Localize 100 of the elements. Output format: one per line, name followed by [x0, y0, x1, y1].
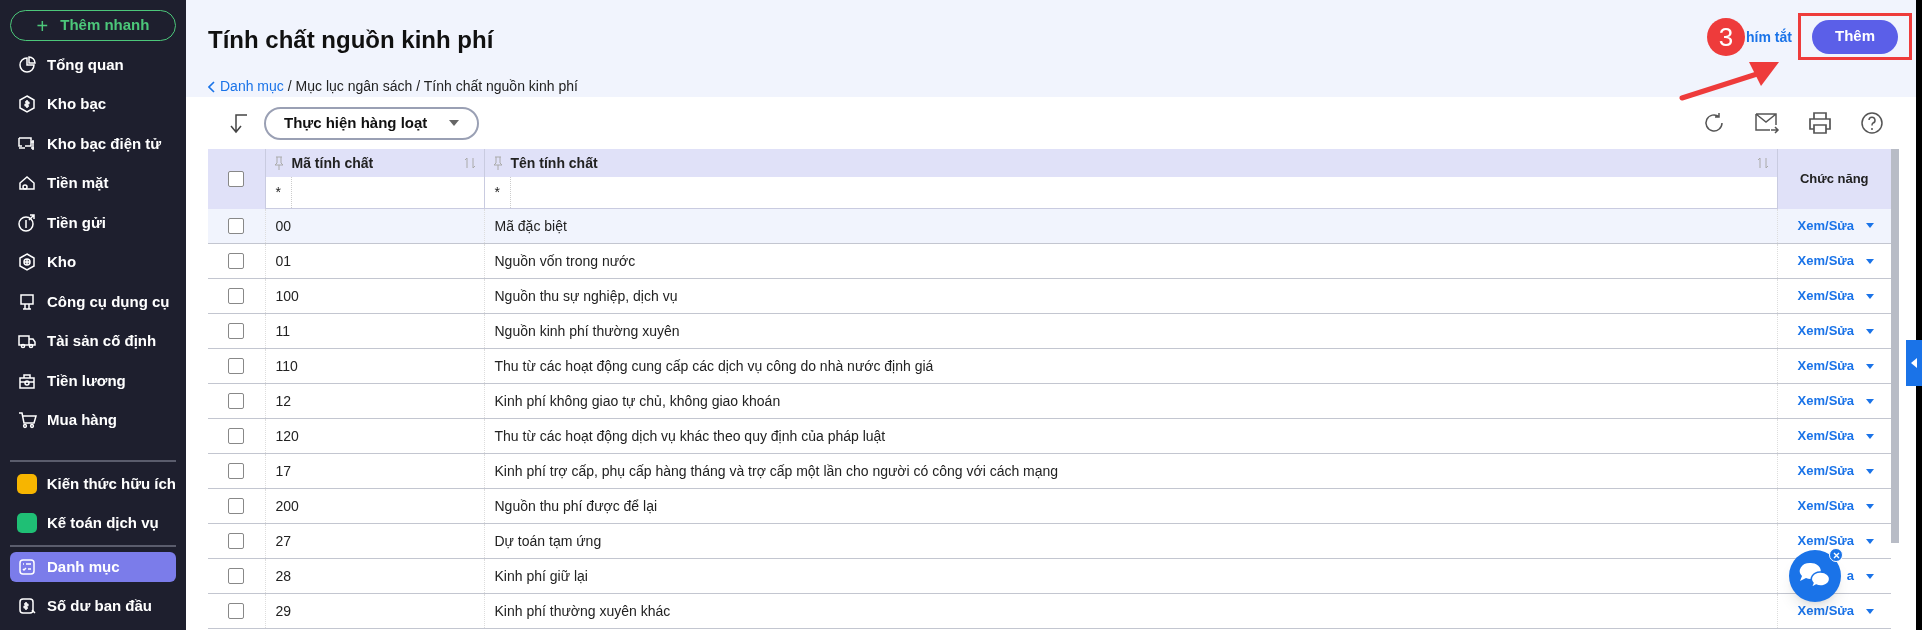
sidebar-item[interactable]: Tiền gửi: [10, 207, 176, 238]
table-row[interactable]: 01 Nguồn vốn trong nước Xem/Sửa: [208, 243, 1891, 279]
column-header: Chức năng: [1777, 149, 1891, 209]
checkbox[interactable]: [228, 288, 245, 304]
caret-down-icon[interactable]: [1866, 398, 1874, 404]
checkbox[interactable]: [228, 253, 245, 269]
table-row[interactable]: 11 Nguồn kinh phí thường xuyên Xem/Sửa: [208, 313, 1891, 349]
filter-operator[interactable]: *: [494, 177, 511, 208]
sidebar-item[interactable]: Kho: [10, 247, 176, 278]
table-cell: 100: [275, 287, 299, 304]
view-edit-link[interactable]: Xem/Sửa: [1797, 321, 1854, 341]
sidebar-item[interactable]: Tổng quan: [10, 49, 176, 80]
table-cell: Kinh phí không giao tự chủ, không giao khoán: [494, 392, 781, 409]
caret-down-icon[interactable]: [1866, 538, 1874, 544]
view-edit-link[interactable]: Xem/Sửa: [1797, 216, 1854, 236]
table-row[interactable]: 29 Kinh phí thường xuyên khác Xem/Sửa: [208, 593, 1891, 629]
table-cell: 12: [275, 392, 292, 409]
caret-down-icon[interactable]: [1866, 258, 1874, 264]
table-cell: Nguồn thu phí được để lại: [494, 497, 658, 514]
view-edit-link[interactable]: Xem/Sửa: [1797, 356, 1854, 376]
batch-action-dropdown[interactable]: Thực hiện hàng loạt: [264, 106, 480, 140]
checkbox[interactable]: [228, 393, 245, 409]
column-header[interactable]: Tên tính chất: [510, 152, 1749, 174]
breadcrumb-link[interactable]: Danh mục: [220, 76, 284, 97]
checkbox[interactable]: [228, 170, 245, 187]
scrollbar[interactable]: [1891, 149, 1899, 543]
caret-down-icon[interactable]: [1866, 293, 1874, 299]
table-cell: 29: [275, 602, 292, 619]
table-cell: 00: [275, 217, 292, 234]
view-edit-link[interactable]: Xem/Sửa: [1797, 601, 1854, 621]
filter-operator[interactable]: *: [275, 177, 292, 208]
sidebar-item[interactable]: Kho bạc điện tử: [10, 128, 176, 159]
caret-down-icon[interactable]: [1866, 328, 1874, 334]
return-arrow-icon[interactable]: [228, 112, 248, 134]
sidebar-item[interactable]: Số dư ban đầu: [10, 591, 176, 622]
checkbox[interactable]: [228, 533, 245, 549]
sidebar-item[interactable]: Danh mục: [10, 551, 176, 582]
sidebar-item[interactable]: Công cụ dụng cụ: [10, 286, 176, 317]
sidebar-item[interactable]: Mua hàng: [10, 405, 176, 436]
table-row[interactable]: 28 Kinh phí giữ lại a: [208, 558, 1891, 594]
chevron-left-icon[interactable]: [208, 80, 216, 93]
caret-down-icon[interactable]: [1866, 573, 1874, 579]
view-edit-link[interactable]: Xem/Sửa: [1797, 251, 1854, 271]
table-cell: Nguồn thu sự nghiệp, dịch vụ: [494, 287, 678, 304]
caret-left-icon: [1911, 358, 1917, 368]
view-edit-link[interactable]: Xem/Sửa: [1797, 391, 1854, 411]
table-cell: Dự toán tạm ứng: [494, 532, 602, 549]
table-cell: Thu từ các hoạt động cung cấp các dịch vụ công do nhà nước định giá: [494, 357, 934, 374]
page-title: Tính chất nguồn kinh phí: [208, 25, 494, 55]
caret-down-icon[interactable]: [1866, 468, 1874, 474]
refresh-icon[interactable]: [1702, 111, 1726, 135]
view-edit-link[interactable]: Xem/Sửa: [1797, 496, 1854, 516]
table-row[interactable]: 120 Thu từ các hoạt động dịch vụ khác theo quy định của pháp luật Xem/Sửa: [208, 418, 1891, 454]
breadcrumb-path: / Mục lục ngân sách / Tính chất nguồn kinh phí: [287, 77, 578, 96]
table-cell: 120: [275, 427, 299, 444]
table-cell: Nguồn vốn trong nước: [494, 252, 636, 269]
email-forward-icon[interactable]: [1754, 111, 1780, 135]
caret-down-icon[interactable]: [1866, 223, 1874, 229]
warehouse-icon: [17, 252, 37, 273]
sidebar-item[interactable]: Kho bạc: [10, 89, 176, 120]
sidebar-item[interactable]: Kiến thức hữu ích: [10, 468, 176, 499]
help-icon[interactable]: [1860, 111, 1884, 135]
cart-icon: [17, 410, 37, 431]
tool-icon: [17, 291, 37, 312]
view-edit-link[interactable]: Xem/Sửa: [1797, 531, 1854, 551]
table-row[interactable]: 17 Kinh phí trợ cấp, phụ cấp hàng tháng và trợ cấp một lần cho người có công với cách mạng Xem/Sửa: [208, 453, 1891, 489]
caret-down-icon[interactable]: [1866, 608, 1874, 614]
caret-down-icon[interactable]: [1866, 433, 1874, 439]
table-cell: 11: [275, 322, 291, 339]
table-cell: 200: [275, 497, 299, 514]
table-row[interactable]: 200 Nguồn thu phí được để lại Xem/Sửa: [208, 488, 1891, 524]
view-edit-link[interactable]: Xem/Sửa: [1797, 426, 1854, 446]
view-edit-link[interactable]: Xem/Sửa: [1797, 461, 1854, 481]
table-row[interactable]: 12 Kinh phí không giao tự chủ, không giao khoán Xem/Sửa: [208, 383, 1891, 419]
checkbox[interactable]: [228, 463, 245, 479]
checkbox[interactable]: [228, 603, 245, 619]
checkbox[interactable]: [228, 217, 245, 234]
checkbox[interactable]: [228, 323, 245, 339]
caret-down-icon[interactable]: [1866, 363, 1874, 369]
sidebar-item[interactable]: Tiền mặt: [10, 168, 176, 199]
column-header[interactable]: Mã tính chất: [291, 152, 456, 174]
table-cell: Kinh phí thường xuyên khác: [494, 602, 671, 619]
checkbox[interactable]: [228, 428, 245, 444]
table-row[interactable]: 27 Dự toán tạm ứng Xem/Sửa: [208, 523, 1891, 559]
shortcut-link[interactable]: hím tắt: [1746, 26, 1792, 48]
side-panel-tab[interactable]: [1906, 340, 1922, 386]
caret-down-icon[interactable]: [1866, 503, 1874, 509]
checkbox[interactable]: [228, 498, 245, 514]
checkbox[interactable]: [228, 568, 245, 584]
print-icon[interactable]: [1808, 111, 1832, 135]
view-edit-link[interactable]: a: [1846, 566, 1854, 586]
sidebar-item[interactable]: Tài sản cố định: [10, 326, 176, 357]
table-row[interactable]: 00 Mã đặc biệt Xem/Sửa: [208, 208, 1891, 244]
table-row[interactable]: 110 Thu từ các hoạt động cung cấp các dịch vụ công do nhà nước định giá Xem/Sửa: [208, 348, 1891, 384]
pie-chart-icon: [17, 54, 37, 75]
table-row[interactable]: 100 Nguồn thu sự nghiệp, dịch vụ Xem/Sửa: [208, 278, 1891, 314]
sidebar-item[interactable]: Tiền lương: [10, 365, 176, 396]
checkbox[interactable]: [228, 358, 245, 374]
sidebar-item[interactable]: Kế toán dịch vụ: [10, 508, 176, 539]
view-edit-link[interactable]: Xem/Sửa: [1797, 286, 1854, 306]
